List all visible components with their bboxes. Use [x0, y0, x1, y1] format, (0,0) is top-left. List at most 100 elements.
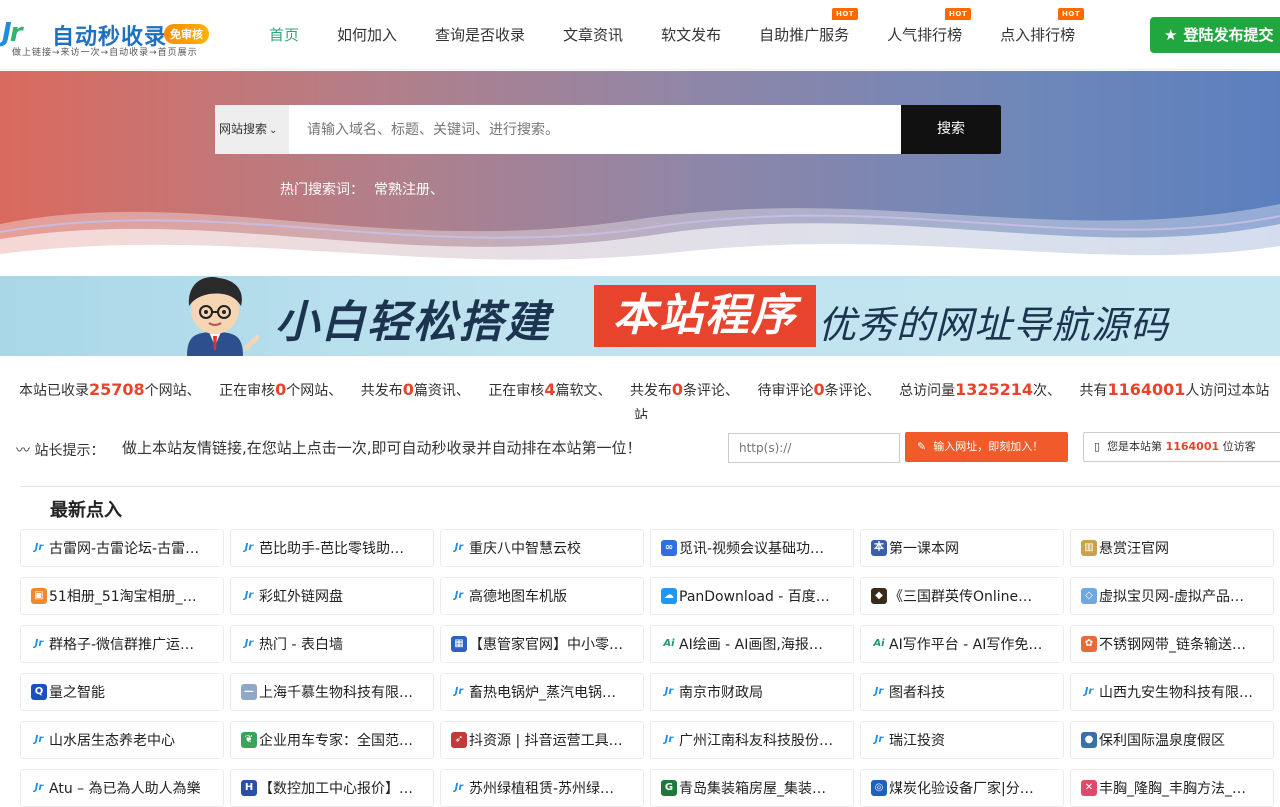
site-card[interactable]: ▦ 【惠管家官网】中小零…	[440, 625, 644, 663]
site-card[interactable]: Jr 瑞江投资	[860, 721, 1064, 759]
nav-item-label: 人气排行榜	[887, 26, 963, 44]
site-card[interactable]: Jr 群格子-微信群推广运…	[20, 625, 224, 663]
hot-badge: HOT	[832, 8, 859, 20]
q-icon: Q	[31, 684, 47, 700]
nav-item-label: 自助推广服务	[759, 26, 850, 44]
jr-logo: Jr	[34, 638, 44, 649]
site-card-title: 不锈钢网带_链条输送…	[1099, 637, 1246, 653]
site-card-title: 热门 - 表白墙	[259, 637, 343, 653]
search-button[interactable]: 搜索	[901, 105, 1001, 154]
site-card[interactable]: Jr 热门 - 表白墙	[230, 625, 434, 663]
pencil-icon: ✎	[917, 440, 927, 453]
site-card[interactable]: Jr 重庆八中智慧云校	[440, 529, 644, 567]
site-card[interactable]: ▥ 悬赏汪官网	[1070, 529, 1274, 567]
site-card[interactable]: Jr 山西九安生物科技有限…	[1070, 673, 1274, 711]
site-card-title: 【惠管家官网】中小零…	[469, 637, 623, 653]
site-card-title: 彩虹外链网盘	[259, 589, 343, 605]
search-type-select[interactable]: 网站搜索 ⌄	[215, 105, 289, 154]
site-card[interactable]: Jr 山水居生态养老中心	[20, 721, 224, 759]
site-card[interactable]: ● 保利国际温泉度假区	[1070, 721, 1274, 759]
search-input[interactable]	[289, 105, 901, 154]
nav-item-6[interactable]: 人气排行榜 HOT	[868, 0, 981, 70]
drop-icon: ●	[1081, 732, 1097, 748]
site-card[interactable]: — 上海千慕生物科技有限…	[230, 673, 434, 711]
site-card[interactable]: Jr 畜热电锅炉_蒸汽电锅…	[440, 673, 644, 711]
nav-item-0[interactable]: 首页	[250, 0, 318, 70]
stat-sites-count: 25708	[89, 380, 145, 399]
hot-search-words: 热门搜索词： 常熟注册、	[280, 179, 444, 199]
url-input[interactable]	[728, 433, 900, 463]
site-card-title: Atu – 為已為人助人為樂	[49, 781, 201, 797]
nav-item-5[interactable]: 自助推广服务 HOT	[740, 0, 868, 70]
ai-icon: Ai	[663, 638, 675, 649]
logo-mark: Jr	[2, 18, 22, 48]
hot-search-word[interactable]: 常熟注册、	[374, 182, 444, 198]
site-card[interactable]: Jr 彩虹外链网盘	[230, 577, 434, 615]
site-card[interactable]: ∞ 觅讯-视频会议基础功…	[650, 529, 854, 567]
site-card[interactable]: ◆ 《三国群英传Online…	[860, 577, 1064, 615]
site-card-title: 青岛集装箱房屋_集装…	[679, 781, 826, 797]
site-card-title: 高德地图车机版	[469, 589, 567, 605]
nav-item-label: 如何加入	[337, 26, 398, 44]
site-card[interactable]: Ai AI写作平台 - AI写作免…	[860, 625, 1064, 663]
nav-item-1[interactable]: 如何加入	[318, 0, 416, 70]
jr-logo: Jr	[454, 686, 464, 697]
site-card[interactable]: Jr 广州江南科友科技股份…	[650, 721, 854, 759]
site-logo[interactable]: Jr 自动秒收录 免审核 做上链接→来访一次→自动收录→首页展示	[2, 16, 212, 60]
site-card-title: 瑞江投资	[889, 733, 945, 749]
stat-pending-softarticles: 4	[544, 380, 556, 399]
site-card[interactable]: 本第一课本网	[860, 529, 1064, 567]
site-card[interactable]: Jr 图者科技	[860, 673, 1064, 711]
site-card-title: 山西九安生物科技有限…	[1099, 685, 1253, 701]
site-card[interactable]: ➶ 抖资源 | 抖音运营工具…	[440, 721, 644, 759]
site-card[interactable]: ✕ 丰胸_隆胸_丰胸方法_…	[1070, 769, 1274, 807]
site-card[interactable]: H 【数控加工中心报价】…	[230, 769, 434, 807]
site-card-title: 重庆八中智慧云校	[469, 541, 581, 557]
site-card[interactable]: ☁ PanDownload - 百度…	[650, 577, 854, 615]
site-card[interactable]: Ai AI绘画 - AI画图,海报…	[650, 625, 854, 663]
jr-logo: Jr	[874, 734, 884, 745]
site-card-title: 煤炭化验设备厂家|分…	[889, 781, 1034, 797]
jr-logo: Jr	[244, 590, 254, 601]
main-nav: 首页 如何加入 查询是否收录 文章资讯 软文发布 自助推广服务 HOT 人气排行榜 HOT 点入排…	[250, 0, 1094, 70]
site-card[interactable]: ❦ 企业用车专家：全国范…	[230, 721, 434, 759]
latest-site-grid: Jr 古雷网-古雷论坛-古雷… Jr 芭比助手-芭比零钱助… Jr 重庆八中智慧云校 ∞ 觅讯…	[20, 529, 1280, 807]
site-card[interactable]: Jr 高德地图车机版	[440, 577, 644, 615]
site-card[interactable]: ◎ 煤炭化验设备厂家|分…	[860, 769, 1064, 807]
site-card[interactable]: Jr 苏州绿植租赁-苏州绿…	[440, 769, 644, 807]
nav-item-label: 点入排行榜	[1000, 26, 1076, 44]
login-publish-button[interactable]: ★ 登陆发布提交	[1150, 17, 1280, 53]
site-card-title: 【数控加工中心报价】…	[259, 781, 413, 797]
site-card-title: 广州江南科友科技股份…	[679, 733, 833, 749]
ai-icon: Ai	[873, 638, 885, 649]
nav-item-4[interactable]: 软文发布	[642, 0, 740, 70]
site-card[interactable]: Q 量之智能	[20, 673, 224, 711]
site-card-title: 图者科技	[889, 685, 945, 701]
jr-logo: Jr	[664, 686, 674, 697]
site-card[interactable]: Jr 芭比助手-芭比零钱助…	[230, 529, 434, 567]
site-card-title: 群格子-微信群推广运…	[49, 637, 195, 653]
nav-item-3[interactable]: 文章资讯	[544, 0, 642, 70]
stat-comments: 0	[671, 380, 684, 399]
stripe-icon: ▥	[1081, 540, 1097, 556]
site-card-title: PanDownload - 百度…	[679, 589, 830, 605]
site-card[interactable]: ▣ 51相册_51淘宝相册_…	[20, 577, 224, 615]
nav-item-7[interactable]: 点入排行榜 HOT	[981, 0, 1094, 70]
globe-icon: ◎	[871, 780, 887, 796]
site-card[interactable]: Jr 南京市财政局	[650, 673, 854, 711]
flower-icon: ✿	[1081, 636, 1097, 652]
site-card[interactable]: ◇ 虚拟宝贝网-虚拟产品…	[1070, 577, 1274, 615]
jr-logo: Jr	[1084, 686, 1094, 697]
promo-banner[interactable]: 小白轻松搭建 本站程序 优秀的网址导航源码	[0, 276, 1280, 356]
stats-wrap-text: 站	[634, 408, 648, 419]
nav-item-label: 文章资讯	[563, 26, 624, 44]
join-button[interactable]: ✎ 输入网址，即刻加入！	[905, 432, 1068, 462]
stat-visitors: 1164001	[1107, 380, 1186, 399]
site-card[interactable]: G 青岛集装箱房屋_集装…	[650, 769, 854, 807]
site-card[interactable]: ✿ 不锈钢网带_链条输送…	[1070, 625, 1274, 663]
site-card[interactable]: Jr 古雷网-古雷论坛-古雷…	[20, 529, 224, 567]
nav-item-2[interactable]: 查询是否收录	[416, 0, 544, 70]
x-icon: ✕	[1081, 780, 1097, 796]
cartoon-boy-icon	[187, 277, 260, 356]
site-card[interactable]: Jr Atu – 為已為人助人為樂	[20, 769, 224, 807]
